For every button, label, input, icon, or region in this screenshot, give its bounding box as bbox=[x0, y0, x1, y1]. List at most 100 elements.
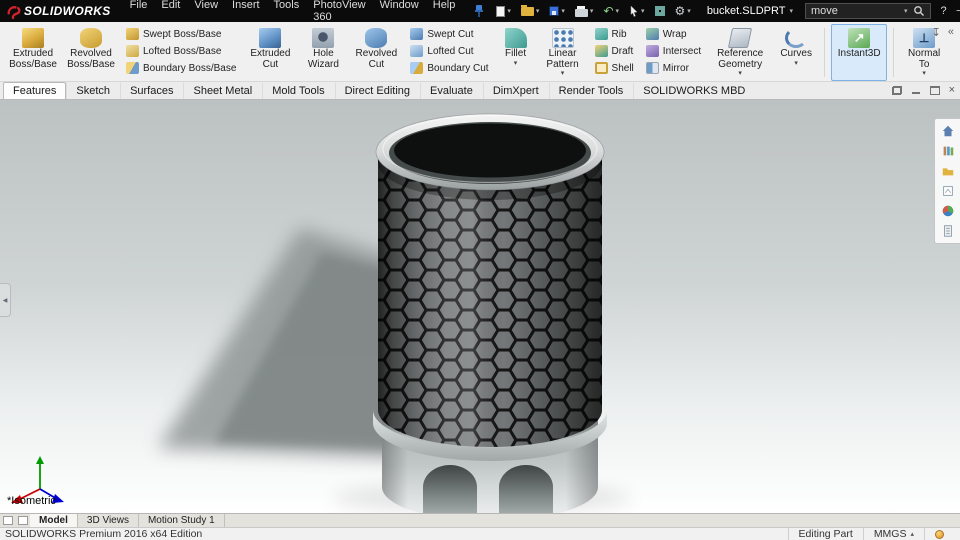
doc-maximize-icon[interactable] bbox=[929, 86, 940, 95]
custom-properties-icon[interactable] bbox=[940, 223, 956, 239]
undo-button[interactable]: ↶ ▾ bbox=[599, 0, 623, 22]
ribbon-button-rib[interactable]: Rib bbox=[591, 26, 638, 42]
caret-icon: ▾ bbox=[615, 7, 620, 15]
app-minimize-button[interactable]: ─ bbox=[957, 0, 960, 22]
ribbon-button-swept-cut[interactable]: Swept Cut bbox=[406, 26, 492, 42]
view-palette-icon[interactable] bbox=[940, 183, 956, 199]
bottom-tab-model[interactable]: Model bbox=[30, 514, 78, 527]
wrap-icon bbox=[645, 28, 659, 40]
appearances-scenes-icon[interactable] bbox=[940, 203, 956, 219]
status-tip-segment[interactable] bbox=[924, 528, 960, 540]
pin-menu-icon[interactable] bbox=[474, 4, 484, 18]
ribbon-button-swept-boss-base[interactable]: Swept Boss/Base bbox=[122, 26, 240, 42]
undo-arrow-icon: ↶ bbox=[603, 4, 614, 18]
ribbon-button-lofted-boss-base[interactable]: Lofted Boss/Base bbox=[122, 43, 240, 59]
tab-mold-tools[interactable]: Mold Tools bbox=[262, 82, 334, 99]
file-properties-button[interactable] bbox=[651, 0, 669, 22]
tab-sketch[interactable]: Sketch bbox=[66, 82, 120, 99]
ribbon-divider bbox=[893, 28, 895, 77]
rib-draft-shell-stack: Rib Draft Shell bbox=[589, 24, 640, 81]
ribbon-button-intersect[interactable]: Intersect bbox=[642, 43, 705, 59]
tab-solidworks-mbd[interactable]: SOLIDWORKS MBD bbox=[633, 82, 755, 99]
cut-stack: Swept Cut Lofted Cut Boundary Cut bbox=[404, 24, 494, 81]
save-button[interactable]: ▾ bbox=[545, 0, 569, 22]
ribbon-button-revolved-cut[interactable]: Revolved Cut bbox=[349, 24, 403, 81]
taskpane-pin-icon[interactable]: ↧ bbox=[932, 26, 941, 39]
ribbon-button-boundary-cut[interactable]: Boundary Cut bbox=[406, 60, 492, 76]
open-document-button[interactable]: ▾ bbox=[517, 0, 544, 22]
graphics-area[interactable] bbox=[0, 100, 960, 513]
bottom-tab-3d-views[interactable]: 3D Views bbox=[78, 514, 139, 527]
graphics-viewport[interactable]: ◀ *Isometric bbox=[0, 100, 960, 513]
doc-minimize-icon[interactable] bbox=[911, 86, 921, 95]
curves-icon bbox=[785, 28, 808, 48]
revolved-boss-base-icon bbox=[80, 28, 102, 48]
wrap-intersect-mirror-stack: Wrap Intersect Mirror bbox=[640, 24, 707, 81]
caret-icon: ▾ bbox=[561, 7, 565, 15]
ribbon-button-draft[interactable]: Draft bbox=[591, 43, 638, 59]
bucket-model[interactable] bbox=[373, 113, 607, 513]
ribbon-button-extruded-cut[interactable]: Extruded Cut bbox=[243, 24, 297, 81]
open-folder-icon bbox=[520, 4, 534, 16]
new-document-button[interactable]: ▾ bbox=[492, 0, 515, 22]
ribbon-button-wrap[interactable]: Wrap bbox=[642, 26, 705, 42]
tab-render-tools[interactable]: Render Tools bbox=[548, 82, 634, 99]
ribbon-button-hole-wizard[interactable]: Hole Wizard bbox=[299, 24, 347, 81]
ribbon-divider bbox=[824, 28, 826, 77]
ribbon-button-shell[interactable]: Shell bbox=[591, 60, 638, 76]
featuremanager-collapse-handle[interactable]: ◀ bbox=[0, 283, 11, 317]
tab-surfaces[interactable]: Surfaces bbox=[120, 82, 183, 99]
extruded-cut-icon bbox=[259, 28, 282, 48]
ribbon-collapse-icon[interactable]: « bbox=[948, 26, 954, 39]
ribbon-button-boundary-boss-base[interactable]: Boundary Boss/Base bbox=[122, 60, 240, 76]
help-button[interactable]: ? bbox=[933, 5, 955, 17]
search-icon[interactable] bbox=[913, 5, 925, 17]
select-button[interactable]: ▾ bbox=[625, 0, 649, 22]
bottom-tab-motion-study-1[interactable]: Motion Study 1 bbox=[139, 514, 225, 527]
tab-sheet-metal[interactable]: Sheet Metal bbox=[183, 82, 262, 99]
mirror-icon bbox=[645, 62, 659, 74]
doc-close-icon[interactable]: × bbox=[949, 85, 955, 96]
sheet-splitter-icon[interactable] bbox=[3, 516, 13, 525]
ribbon-button-reference-geometry[interactable]: Reference Geometry ▾ bbox=[708, 24, 772, 81]
tab-dimxpert[interactable]: DimXpert bbox=[482, 82, 549, 99]
document-title: bucket.SLDPRT bbox=[706, 5, 786, 17]
ribbon-button-fillet[interactable]: Fillet ▾ bbox=[496, 24, 536, 81]
normal-to-caret-icon: ▾ bbox=[922, 70, 926, 77]
solidworks-logo: SOLIDWORKS bbox=[6, 4, 111, 19]
status-edition-text: SOLIDWORKS Premium 2016 x64 Edition bbox=[5, 528, 203, 540]
bucket-interior bbox=[394, 123, 586, 178]
doc-restore-icon[interactable] bbox=[891, 86, 902, 95]
tab-direct-editing[interactable]: Direct Editing bbox=[334, 82, 420, 99]
options-button[interactable]: ⚙ ▾ bbox=[671, 0, 695, 22]
file-explorer-folder-icon[interactable] bbox=[940, 163, 956, 179]
print-button[interactable]: ▾ bbox=[571, 0, 598, 22]
ribbon-button-revolved-boss-base[interactable]: Revolved Boss/Base bbox=[63, 24, 119, 81]
document-title-caret-icon[interactable]: ▾ bbox=[789, 8, 793, 15]
properties-grid-icon bbox=[654, 6, 665, 16]
sheet-splitter-icon[interactable] bbox=[18, 516, 28, 525]
collapse-left-icon: ◀ bbox=[2, 297, 8, 304]
status-bar: SOLIDWORKS Premium 2016 x64 Edition Edit… bbox=[0, 527, 960, 540]
cursor-icon bbox=[630, 5, 638, 17]
solidworks-logo-icon bbox=[7, 5, 21, 19]
lofted-cut-icon bbox=[410, 45, 424, 57]
ribbon-button-linear-pattern[interactable]: Linear Pattern ▾ bbox=[538, 24, 588, 81]
search-input[interactable] bbox=[811, 5, 899, 17]
solidworks-resources-home-icon[interactable] bbox=[940, 123, 956, 139]
units-caret-icon: ▴ bbox=[910, 531, 914, 538]
tab-evaluate[interactable]: Evaluate bbox=[420, 82, 483, 99]
ribbon-button-mirror[interactable]: Mirror bbox=[642, 60, 705, 76]
status-units-selector[interactable]: MMGS ▴ bbox=[862, 528, 924, 540]
ribbon-button-lofted-cut[interactable]: Lofted Cut bbox=[406, 43, 492, 59]
tab-features[interactable]: Features bbox=[3, 82, 67, 99]
ribbon-button-curves[interactable]: Curves ▾ bbox=[774, 24, 818, 81]
design-library-icon[interactable] bbox=[940, 143, 956, 159]
ribbon-button-extruded-boss-base[interactable]: Extruded Boss/Base bbox=[5, 24, 61, 81]
document-window-controls: × bbox=[891, 85, 955, 96]
ribbon-button-instant3d[interactable]: ↗ Instant3D bbox=[831, 24, 888, 81]
search-caret-icon[interactable]: ▾ bbox=[904, 8, 908, 15]
caret-icon: ▾ bbox=[507, 7, 511, 15]
command-search-box: ▾ bbox=[805, 3, 931, 19]
printer-icon bbox=[574, 5, 588, 17]
